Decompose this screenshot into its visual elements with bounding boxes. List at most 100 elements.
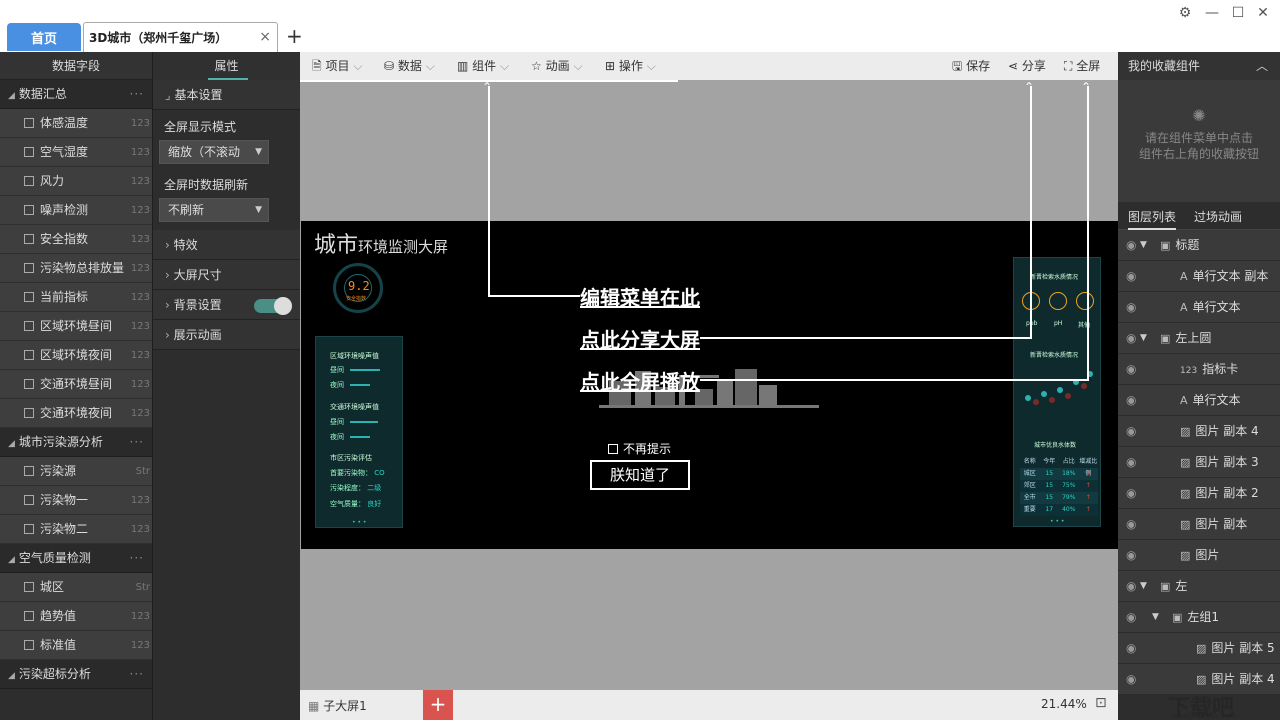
eye-icon[interactable]: ◉	[1126, 664, 1136, 695]
eye-icon[interactable]: ◉	[1126, 602, 1136, 633]
eye-icon[interactable]: ◉	[1126, 571, 1136, 602]
eye-icon[interactable]: ◉	[1126, 478, 1136, 509]
fit-screen-icon[interactable]: ⊡	[1095, 695, 1107, 711]
field-checkbox[interactable]	[24, 118, 34, 128]
tab-close-icon[interactable]: ×	[259, 29, 271, 45]
background-toggle[interactable]	[254, 297, 292, 315]
field-item[interactable]: 污染源 Str	[0, 457, 152, 486]
field-checkbox[interactable]	[24, 582, 34, 592]
field-item[interactable]: 污染物一 123	[0, 486, 152, 515]
field-item[interactable]: 区域环境昼间 123	[0, 312, 152, 341]
layer-row[interactable]: ◉ 123 指标卡	[1118, 354, 1280, 385]
eye-icon[interactable]: ◉	[1126, 230, 1136, 261]
layer-row[interactable]: ◉ ▼ ▣ 左上圆	[1118, 323, 1280, 354]
field-group[interactable]: ◢ 数据汇总 ···	[0, 80, 152, 109]
eye-icon[interactable]: ◉	[1126, 540, 1136, 571]
field-item[interactable]: 污染物总排放量 123	[0, 254, 152, 283]
field-item[interactable]: 空气湿度 123	[0, 138, 152, 167]
caret-down-icon[interactable]: ▼	[1140, 323, 1147, 354]
layer-row[interactable]: ◉ A 单行文本	[1118, 292, 1280, 323]
field-item[interactable]: 城区 Str	[0, 573, 152, 602]
field-item[interactable]: 噪声检测 123	[0, 196, 152, 225]
more-icon[interactable]: ···	[130, 80, 144, 109]
menu-project[interactable]: 🗎 项目 ⌵	[312, 52, 362, 80]
field-checkbox[interactable]	[24, 408, 34, 418]
field-checkbox[interactable]	[24, 205, 34, 215]
field-checkbox[interactable]	[24, 524, 34, 534]
refresh-select[interactable]: 不刷新 ▼	[159, 198, 269, 222]
tab-properties[interactable]: 属性	[153, 52, 300, 80]
field-item[interactable]: 当前指标 123	[0, 283, 152, 312]
layer-row[interactable]: ◉ ▨ 图片 副本 4	[1118, 416, 1280, 447]
tab-home[interactable]: 首页	[7, 23, 81, 51]
eye-icon[interactable]: ◉	[1126, 509, 1136, 540]
field-checkbox[interactable]	[24, 176, 34, 186]
eye-icon[interactable]: ◉	[1126, 354, 1136, 385]
eye-icon[interactable]: ◉	[1126, 416, 1136, 447]
fullscreen-mode-select[interactable]: 缩放（不滚动 ▼	[159, 140, 269, 164]
field-checkbox[interactable]	[24, 263, 34, 273]
field-item[interactable]: 风力 123	[0, 167, 152, 196]
tab-transition[interactable]: 过场动画	[1194, 208, 1242, 225]
fullscreen-button[interactable]: ⛶ 全屏	[1064, 52, 1100, 80]
menu-animation[interactable]: ☆ 动画 ⌵	[531, 52, 583, 80]
big-screen-preview[interactable]: 城市环境监测大屏 9.2 安全指数 区域环境噪声值 昼间 夜间 交通环境噪声值 …	[301, 221, 1118, 549]
field-checkbox[interactable]	[24, 640, 34, 650]
layer-row[interactable]: ◉ ▼ ▣ 左	[1118, 571, 1280, 602]
save-button[interactable]: 🖫 保存	[952, 52, 990, 80]
dont-show-again[interactable]: 不再提示	[608, 440, 671, 457]
maximize-button[interactable]: ☐	[1229, 4, 1247, 22]
layer-row[interactable]: ◉ ▨ 图片 副本 5	[1118, 633, 1280, 664]
screen-tab[interactable]: ▦ 子大屏1	[308, 697, 367, 714]
field-checkbox[interactable]	[24, 466, 34, 476]
field-checkbox[interactable]	[24, 292, 34, 302]
eye-icon[interactable]: ◉	[1126, 261, 1136, 292]
menu-operation[interactable]: ⊞ 操作 ⌵	[605, 52, 656, 80]
field-group[interactable]: ◢ 污染超标分析 ···	[0, 660, 152, 689]
field-checkbox[interactable]	[24, 234, 34, 244]
section-effects[interactable]: › 特效	[153, 230, 300, 260]
eye-icon[interactable]: ◉	[1126, 633, 1136, 664]
add-screen-button[interactable]: +	[423, 690, 453, 720]
field-item[interactable]: 交通环境昼间 123	[0, 370, 152, 399]
more-icon[interactable]: ···	[130, 660, 144, 689]
caret-down-icon[interactable]: ▼	[1152, 602, 1159, 633]
section-basic-settings[interactable]: ⌟ 基本设置	[153, 80, 300, 110]
section-animation[interactable]: › 展示动画	[153, 320, 300, 350]
more-icon[interactable]: ···	[130, 544, 144, 573]
field-item[interactable]: 趋势值 123	[0, 602, 152, 631]
field-group[interactable]: ◢ 城市污染源分析 ···	[0, 428, 152, 457]
field-item[interactable]: 区域环境夜间 123	[0, 341, 152, 370]
field-checkbox[interactable]	[24, 379, 34, 389]
layer-row[interactable]: ◉ ▼ ▣ 标题	[1118, 230, 1280, 261]
more-icon[interactable]: ···	[130, 428, 144, 457]
caret-down-icon[interactable]: ▼	[1140, 571, 1147, 602]
caret-down-icon[interactable]: ▼	[1140, 230, 1147, 261]
field-checkbox[interactable]	[24, 350, 34, 360]
field-item[interactable]: 交通环境夜间 123	[0, 399, 152, 428]
field-group[interactable]: ◢ 空气质量检测 ···	[0, 544, 152, 573]
tab-document[interactable]: 3D城市（郑州千玺广场） ×	[83, 22, 278, 52]
field-item[interactable]: 污染物二 123	[0, 515, 152, 544]
menu-data[interactable]: ⛁ 数据 ⌵	[384, 52, 435, 80]
settings-icon[interactable]: ⚙	[1176, 4, 1194, 22]
layer-row[interactable]: ◉ ▨ 图片 副本	[1118, 509, 1280, 540]
chevron-up-icon[interactable]: ︿	[1256, 52, 1268, 80]
section-background[interactable]: › 背景设置	[153, 290, 300, 320]
favorites-header[interactable]: 我的收藏组件 ︿	[1118, 52, 1280, 80]
field-item[interactable]: 体感温度 123	[0, 109, 152, 138]
share-button[interactable]: ⋖ 分享	[1008, 52, 1046, 80]
section-screen-size[interactable]: › 大屏尺寸	[153, 260, 300, 290]
menu-component[interactable]: ▥ 组件 ⌵	[457, 52, 509, 80]
field-checkbox[interactable]	[24, 611, 34, 621]
eye-icon[interactable]: ◉	[1126, 447, 1136, 478]
eye-icon[interactable]: ◉	[1126, 292, 1136, 323]
field-item[interactable]: 标准值 123	[0, 631, 152, 660]
field-checkbox[interactable]	[24, 321, 34, 331]
got-it-button[interactable]: 朕知道了	[590, 460, 690, 490]
field-checkbox[interactable]	[24, 495, 34, 505]
field-item[interactable]: 安全指数 123	[0, 225, 152, 254]
tab-layer-list[interactable]: 图层列表	[1128, 208, 1176, 225]
eye-icon[interactable]: ◉	[1126, 323, 1136, 354]
field-checkbox[interactable]	[24, 147, 34, 157]
